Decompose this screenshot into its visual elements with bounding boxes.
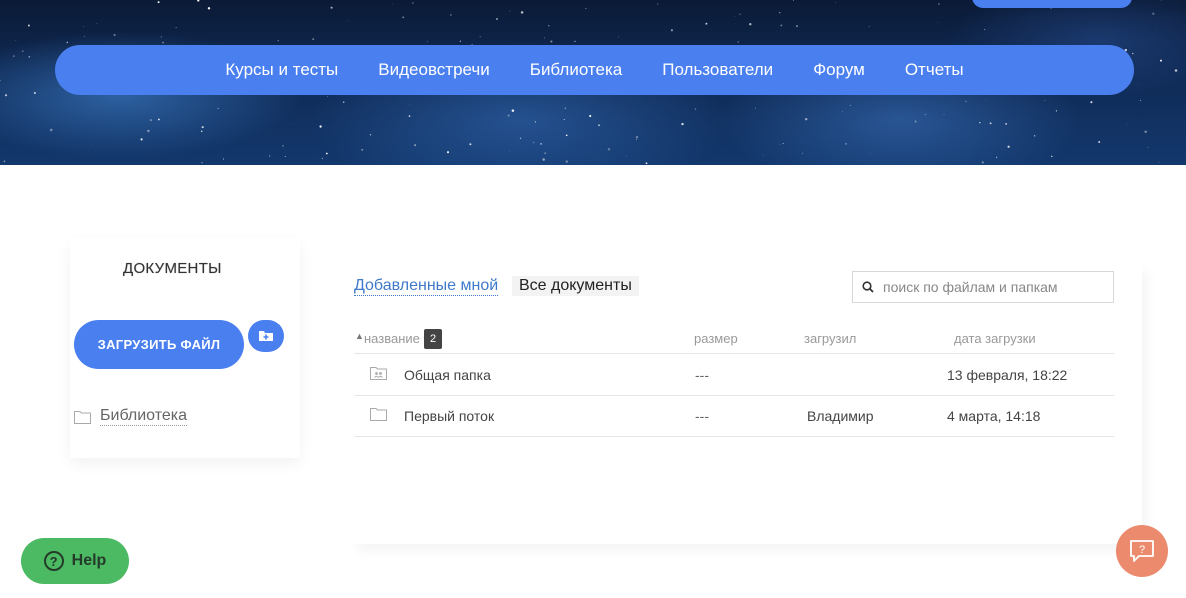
tree-item-label: Библиотека	[100, 407, 187, 426]
help-label: Help	[71, 552, 107, 569]
row-size: ---	[695, 408, 709, 424]
help-button[interactable]: ? Help	[21, 538, 129, 584]
table-row[interactable]: Общая папка --- 13 февраля, 18:22	[354, 354, 1114, 395]
search-input[interactable]	[883, 279, 1108, 295]
nav-item-video-meetings[interactable]: Видеовстречи	[378, 60, 490, 80]
tree-item-library[interactable]: Библиотека	[74, 407, 187, 426]
row-uploader: Владимир	[807, 408, 874, 424]
new-folder-button[interactable]	[248, 320, 284, 352]
row-date: 13 февраля, 18:22	[947, 367, 1068, 383]
chat-icon: ?	[1130, 540, 1154, 562]
row-size: ---	[695, 367, 709, 383]
nav-item-courses[interactable]: Курсы и тесты	[225, 60, 338, 80]
search-box	[852, 271, 1114, 303]
main-navigation: Курсы и тесты Видеовстречи Библиотека По…	[55, 45, 1134, 95]
item-count-badge: 2	[424, 329, 442, 349]
nav-item-users[interactable]: Пользователи	[662, 60, 773, 80]
sidebar-title: ДОКУМЕНТЫ	[123, 260, 222, 277]
chat-button[interactable]: ?	[1116, 525, 1168, 577]
search-icon	[853, 281, 883, 293]
sort-asc-icon[interactable]: ▲	[355, 331, 364, 341]
account-button[interactable]	[972, 0, 1132, 8]
column-header-date[interactable]: дата загрузки	[954, 331, 1036, 346]
column-header-size[interactable]: размер	[694, 331, 738, 346]
svg-text:?: ?	[1139, 544, 1145, 556]
tab-added-by-me[interactable]: Добавленные мной	[354, 277, 499, 296]
nav-item-forum[interactable]: Форум	[813, 60, 865, 80]
table-divider	[354, 436, 1114, 437]
table-row[interactable]: Первый поток --- Владимир 4 марта, 14:18	[354, 395, 1114, 436]
nav-item-library[interactable]: Библиотека	[530, 60, 622, 80]
row-name[interactable]: Первый поток	[404, 408, 494, 424]
column-header-name[interactable]: название	[364, 331, 420, 346]
upload-file-button[interactable]: ЗАГРУЗИТЬ ФАЙЛ	[74, 320, 244, 369]
folder-icon	[74, 410, 91, 424]
tab-all-documents[interactable]: Все документы	[512, 276, 639, 296]
folder-icon	[370, 407, 387, 426]
row-date: 4 марта, 14:18	[947, 408, 1041, 424]
shared-folder-icon	[370, 366, 387, 385]
row-name[interactable]: Общая папка	[404, 367, 491, 383]
header-banner: Курсы и тесты Видеовстречи Библиотека По…	[0, 0, 1186, 165]
nav-item-reports[interactable]: Отчеты	[905, 60, 964, 80]
question-icon: ?	[43, 551, 64, 571]
new-folder-icon	[259, 331, 273, 341]
column-header-uploader[interactable]: загрузил	[804, 331, 856, 346]
